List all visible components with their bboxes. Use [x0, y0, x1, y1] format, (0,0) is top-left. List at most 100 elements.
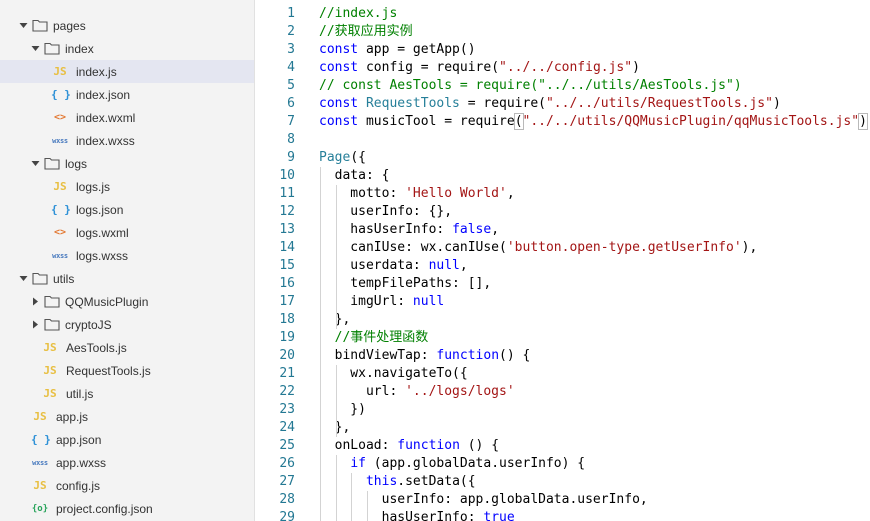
code-text: wx.navigateTo({ [319, 365, 467, 383]
code-token: ) [772, 96, 781, 111]
indent-guide [335, 455, 337, 521]
tree-item-label: project.config.json [56, 501, 153, 516]
line-number: 3 [287, 42, 295, 57]
tree-file-item[interactable]: { } logs.json [0, 198, 254, 221]
code-token: const [319, 114, 359, 129]
code-token: hasUserInfo: [319, 510, 484, 521]
tree-file-item[interactable]: JS index.js [0, 60, 254, 83]
code-line[interactable]: 10 data: { [255, 167, 870, 185]
tree-folder-item[interactable]: cryptoJS [0, 313, 254, 336]
tree-file-item[interactable]: JS config.js [0, 474, 254, 497]
code-line[interactable]: 4 const config = require("../../config.js… [255, 59, 870, 77]
tree-file-item[interactable]: <> index.wxml [0, 106, 254, 129]
code-line[interactable]: 13 hasUserInfo: false, [255, 221, 870, 239]
code-line[interactable]: 23 }) [255, 401, 870, 419]
tree-file-item[interactable]: JS app.js [0, 405, 254, 428]
code-line[interactable]: 16 tempFilePaths: [], [255, 275, 870, 293]
tree-file-item[interactable]: <> logs.wxml [0, 221, 254, 244]
code-token: const [319, 42, 359, 57]
chevron-down-icon[interactable] [31, 159, 40, 168]
tree-file-item[interactable]: JS RequestTools.js [0, 359, 254, 382]
chevron-right-icon[interactable] [31, 297, 40, 306]
tree-file-item[interactable]: JS logs.js [0, 175, 254, 198]
code-line[interactable]: 5 // const AesTools = require("../../util… [255, 77, 870, 95]
tree-file-item[interactable]: {o} project.config.json [0, 497, 254, 520]
line-number: 9 [287, 150, 295, 165]
code-token: "../../utils/QQMusicPlugin/qqMusicTools.… [522, 114, 860, 129]
line-number: 11 [279, 186, 295, 201]
code-token: }) [319, 402, 366, 417]
tree-file-item[interactable]: JS util.js [0, 382, 254, 405]
file-explorer: pages index JS index.js { } index.json <> index… [0, 0, 255, 521]
chevron-down-icon[interactable] [31, 44, 40, 53]
tree-file-item[interactable]: JS AesTools.js [0, 336, 254, 359]
folder-icon [44, 318, 60, 332]
tree-folder-item[interactable]: pages [0, 14, 254, 37]
code-line[interactable]: 20 bindViewTap: function() { [255, 347, 870, 365]
code-line[interactable]: 27 this.setData({ [255, 473, 870, 491]
tree-item-label: index.wxml [76, 110, 136, 125]
tree-item-label: index [65, 41, 94, 56]
tree-item-label: app.json [56, 432, 102, 447]
code-text: //index.js [319, 5, 397, 23]
code-line[interactable]: 25 onLoad: function () { [255, 437, 870, 455]
chevron-down-icon[interactable] [19, 21, 28, 30]
code-token: app = getApp() [358, 42, 476, 57]
tree-file-item[interactable]: wxss app.wxss [0, 451, 254, 474]
code-line[interactable]: 1 //index.js [255, 5, 870, 23]
code-line[interactable]: 9 Page({ [255, 149, 870, 167]
code-line[interactable]: 18 }, [255, 311, 870, 329]
code-line[interactable]: 11 motto: 'Hello World', [255, 185, 870, 203]
code-line[interactable]: 17 imgUrl: null [255, 293, 870, 311]
code-line[interactable]: 26 if (app.globalData.userInfo) { [255, 455, 870, 473]
tree-folder-item[interactable]: logs [0, 152, 254, 175]
code-token: "../../config.js" [499, 60, 633, 75]
code-line[interactable]: 21 wx.navigateTo({ [255, 365, 870, 383]
line-number: 5 [287, 78, 295, 93]
code-line[interactable]: 7 const musicTool = require("../../utils/… [255, 113, 870, 131]
code-token: (app.globalData.userInfo) { [365, 456, 586, 471]
code-line[interactable]: 8 [255, 131, 870, 149]
code-line[interactable]: 29 hasUserInfo: true [255, 509, 870, 521]
tree-item-label: app.js [56, 409, 89, 424]
tree-item-label: pages [53, 18, 86, 33]
js-file-icon: JS [33, 410, 47, 423]
code-token: () { [459, 438, 500, 453]
folder-icon [44, 157, 60, 171]
line-number: 27 [279, 474, 295, 489]
matched-bracket: ( [513, 113, 524, 130]
line-number: 20 [279, 348, 295, 363]
js-file-icon: JS [53, 65, 67, 78]
code-line[interactable]: 19 //事件处理函数 [255, 329, 870, 347]
chevron-right-icon[interactable] [31, 320, 40, 329]
code-line[interactable]: 2 //获取应用实例 [255, 23, 870, 41]
tree-file-item[interactable]: { } index.json [0, 83, 254, 106]
tree-file-item[interactable]: wxss logs.wxss [0, 244, 254, 267]
tree-item-label: logs.wxml [76, 225, 129, 240]
tree-file-item[interactable]: wxss index.wxss [0, 129, 254, 152]
js-file-icon: JS [43, 341, 57, 354]
code-text: const RequestTools = require("../../util… [319, 95, 781, 113]
code-line[interactable]: 28 userInfo: app.globalData.userInfo, [255, 491, 870, 509]
code-line[interactable]: 3 const app = getApp() [255, 41, 870, 59]
code-line[interactable]: 15 userdata: null, [255, 257, 870, 275]
tree-file-item[interactable]: { } app.json [0, 428, 254, 451]
code-line[interactable]: 6 const RequestTools = require("../../uti… [255, 95, 870, 113]
line-number: 6 [287, 96, 295, 111]
wxml-file-icon: <> [53, 227, 67, 238]
chevron-down-icon[interactable] [19, 274, 28, 283]
tree-folder-item[interactable]: index [0, 37, 254, 60]
line-number: 23 [279, 402, 295, 417]
code-text: //事件处理函数 [319, 329, 429, 347]
code-line[interactable]: 24 }, [255, 419, 870, 437]
code-token: = require( [459, 96, 546, 111]
tree-folder-item[interactable]: QQMusicPlugin [0, 290, 254, 313]
code-editor[interactable]: 1 //index.js 2 //获取应用实例 3 const app = getApp(… [255, 0, 870, 521]
code-token: config = require( [358, 60, 500, 75]
code-line[interactable]: 22 url: '../logs/logs' [255, 383, 870, 401]
line-number: 22 [279, 384, 295, 399]
code-token: //获取应用实例 [319, 24, 413, 39]
code-line[interactable]: 12 userInfo: {}, [255, 203, 870, 221]
tree-folder-item[interactable]: utils [0, 267, 254, 290]
code-line[interactable]: 14 canIUse: wx.canIUse('button.open-type… [255, 239, 870, 257]
